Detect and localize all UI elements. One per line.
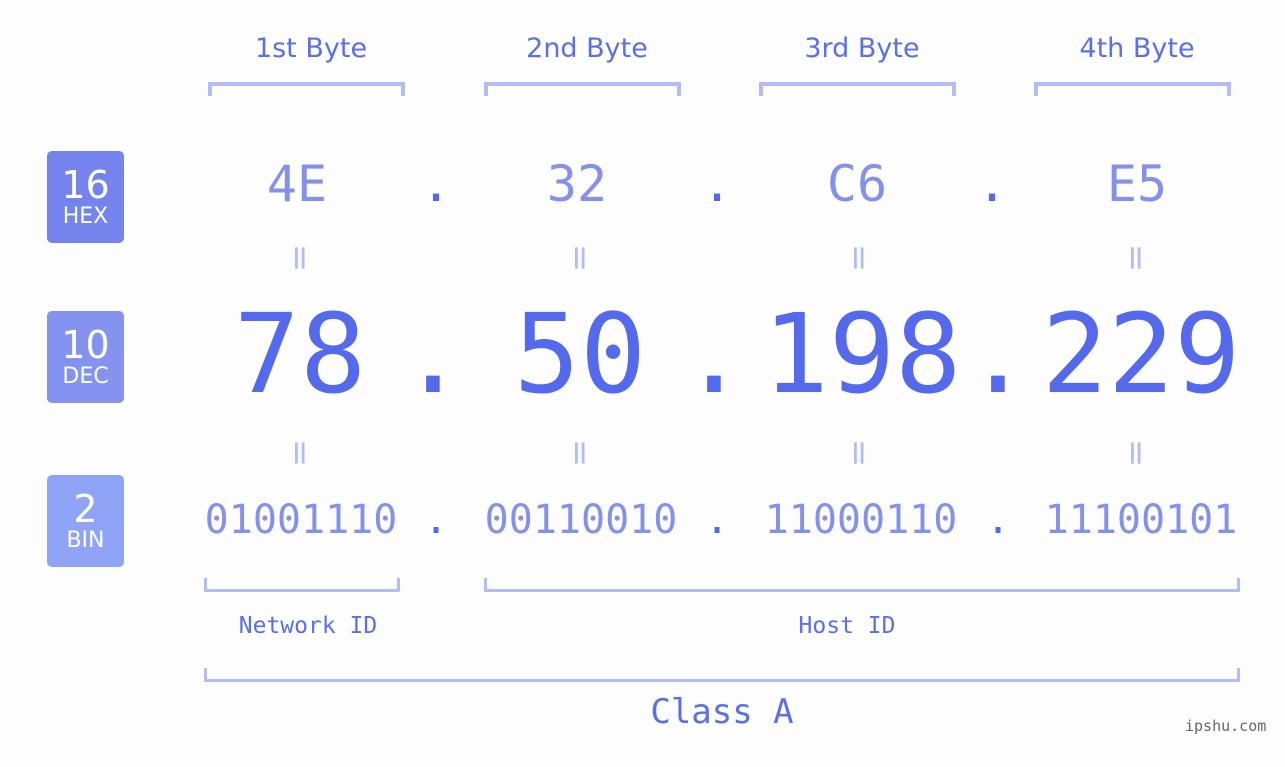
hex-badge: 16 HEX [47,151,124,243]
equals-sign: = [560,243,600,273]
byte-bracket-4 [1034,82,1231,96]
equals-sign: = [280,438,320,468]
host-id-label: Host ID [798,613,896,639]
equals-sign: = [839,438,879,468]
byte-bracket-2 [484,82,681,96]
byte-bracket-1 [208,82,405,96]
equals-sign: = [560,438,600,468]
dec-byte-3: 198 [762,290,962,418]
bin-badge-number: 2 [73,487,98,531]
bin-byte-4: 11100101 [1044,497,1238,543]
hex-byte-3: C6 [826,155,888,213]
dec-badge-number: 10 [61,323,110,367]
dec-byte-1: 78 [233,290,367,418]
byte-header-1: 1st Byte [254,33,368,64]
hex-dot-2: . [701,155,733,213]
bin-badge: 2 BIN [47,475,124,567]
dec-byte-2: 50 [513,290,647,418]
dec-badge: 10 DEC [47,311,124,403]
hex-badge-number: 16 [61,163,110,207]
equals-sign: = [280,243,320,273]
network-id-label: Network ID [238,613,378,639]
hex-dot-1: . [420,155,452,213]
byte-bracket-3 [759,82,956,96]
network-id-bracket [204,578,400,592]
bin-byte-1: 01001110 [204,497,398,543]
class-bracket [204,668,1240,682]
bin-dot-3: . [985,497,1011,543]
bin-dot-1: . [423,497,449,543]
bin-badge-label: BIN [66,528,105,553]
byte-header-3: 3rd Byte [804,33,920,64]
hex-badge-label: HEX [62,204,109,229]
hex-byte-2: 32 [546,155,608,213]
equals-sign: = [839,243,879,273]
hex-byte-4: E5 [1106,155,1168,213]
hex-dot-3: . [976,155,1008,213]
site-watermark: ipshu.com [1185,717,1267,735]
byte-header-4: 4th Byte [1079,33,1195,64]
dec-badge-label: DEC [62,364,109,389]
bin-byte-2: 00110010 [484,497,678,543]
dec-byte-4: 229 [1041,290,1241,418]
equals-sign: = [1116,438,1156,468]
class-label: Class A [650,692,794,732]
bin-dot-2: . [704,497,730,543]
equals-sign: = [1116,243,1156,273]
hex-byte-1: 4E [266,155,328,213]
host-id-bracket [484,578,1240,592]
byte-header-2: 2nd Byte [526,33,648,64]
bin-byte-3: 11000110 [764,497,958,543]
